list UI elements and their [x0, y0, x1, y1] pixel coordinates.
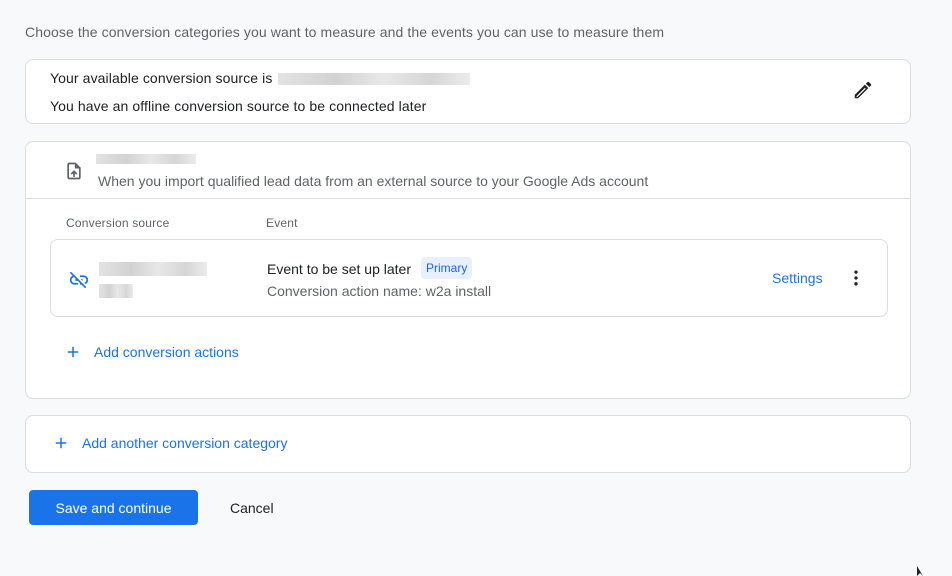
add-category-card: Add another conversion category — [25, 415, 911, 473]
more-vert-icon[interactable] — [846, 268, 866, 288]
mouse-cursor-icon — [917, 566, 923, 576]
add-conversion-actions-label: Add conversion actions — [94, 344, 239, 360]
primary-badge: Primary — [421, 257, 473, 279]
redacted-category-title — [96, 154, 196, 164]
upload-file-icon — [64, 160, 84, 182]
save-and-continue-button[interactable]: Save and continue — [29, 490, 198, 525]
available-source-line: Your available conversion source is — [50, 70, 471, 86]
add-conversion-actions-button[interactable]: Add conversion actions — [64, 343, 239, 361]
settings-link[interactable]: Settings — [772, 270, 823, 286]
available-source-prefix: Your available conversion source is — [50, 70, 273, 86]
conversion-row: Event to be set up later Primary Convers… — [50, 239, 888, 317]
offline-source-line: You have an offline conversion source to… — [50, 98, 427, 114]
pencil-icon[interactable] — [852, 79, 874, 101]
redacted-source-name — [278, 73, 471, 86]
cancel-button[interactable]: Cancel — [218, 490, 286, 525]
divider — [26, 198, 910, 199]
column-header-source: Conversion source — [66, 216, 170, 230]
redacted-source-detail — [99, 284, 133, 298]
event-title: Event to be set up later — [267, 261, 411, 277]
add-conversion-category-button[interactable]: Add another conversion category — [52, 434, 287, 452]
conversion-category-card: When you import qualified lead data from… — [25, 141, 911, 399]
category-description: When you import qualified lead data from… — [98, 173, 649, 189]
intro-text: Choose the conversion categories you wan… — [25, 24, 665, 40]
conversion-action-name: Conversion action name: w2a install — [267, 283, 492, 299]
add-conversion-category-label: Add another conversion category — [82, 435, 288, 451]
conversion-source-card: Your available conversion source is You … — [25, 59, 911, 124]
redacted-source-name — [99, 262, 207, 276]
plus-icon — [67, 346, 79, 358]
column-header-event: Event — [266, 216, 298, 230]
link-off-icon — [68, 269, 89, 289]
plus-icon — [55, 437, 67, 449]
